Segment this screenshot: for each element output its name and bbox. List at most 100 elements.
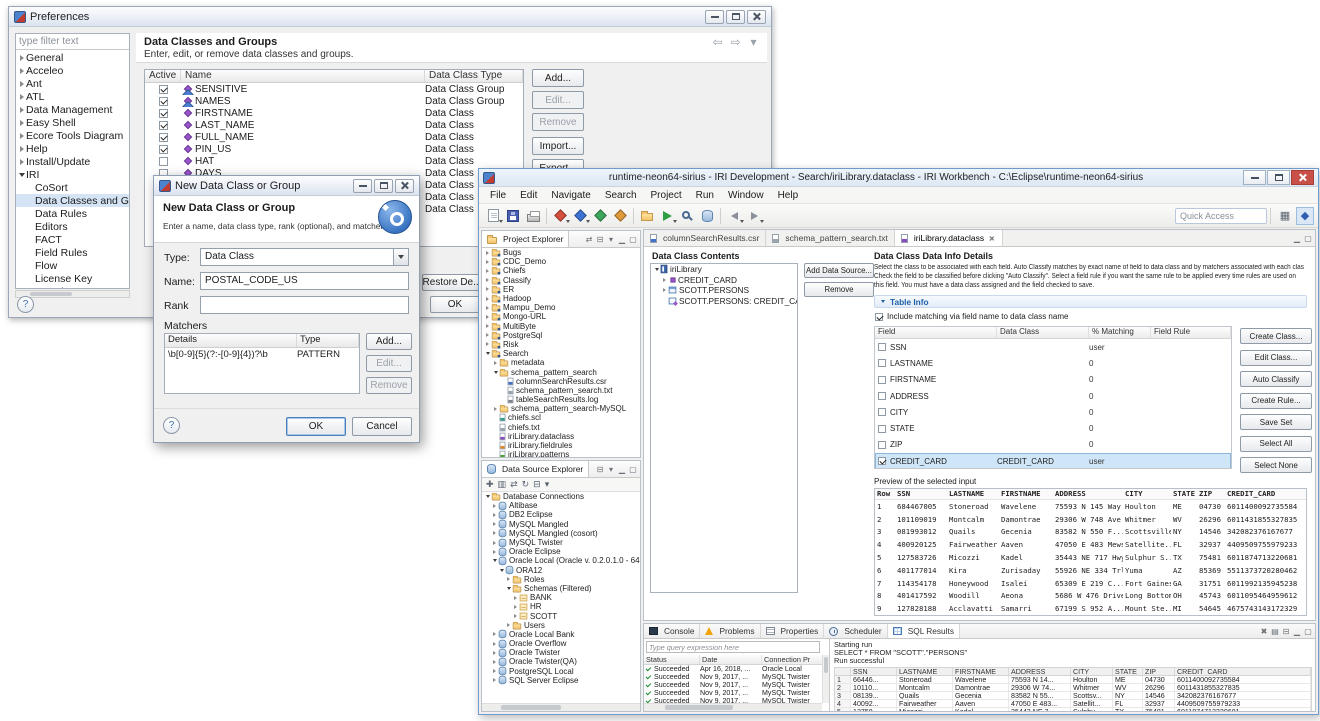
close-tab-icon[interactable]: [989, 235, 994, 240]
twistie-icon[interactable]: [491, 632, 498, 636]
view-menu-icon[interactable]: ▾: [606, 235, 616, 244]
data-source-explorer-item[interactable]: PostgreSQL Local: [482, 667, 640, 676]
forward-history-icon[interactable]: [745, 206, 764, 225]
minimize-button[interactable]: [1243, 170, 1266, 185]
column-header[interactable]: Data Class Type: [425, 70, 523, 82]
column-header[interactable]: Data Class: [997, 327, 1089, 338]
twistie-icon[interactable]: [18, 107, 26, 113]
twistie-icon[interactable]: [491, 541, 498, 545]
preview-row[interactable]: 1 684467005 Stoneroad Wavelene 75593 N 145 W…: [875, 500, 1306, 513]
maximize-button[interactable]: [1267, 170, 1290, 185]
maximize-icon[interactable]: ▢: [628, 235, 638, 244]
preferences-tree-item[interactable]: Ecore Tools Diagram: [16, 129, 129, 142]
data-class-contents-item[interactable]: SCOTT.PERSONS: CREDIT_CARD: [651, 296, 797, 307]
column-header[interactable]: CITY: [1071, 668, 1113, 675]
column-header[interactable]: Type: [297, 334, 359, 347]
tab-project-explorer[interactable]: Project Explorer: [482, 231, 570, 247]
selectall-button[interactable]: Select All: [1240, 435, 1312, 452]
twistie-icon[interactable]: [505, 587, 512, 590]
twistie-icon[interactable]: [484, 324, 491, 328]
new-connection-icon[interactable]: ✚: [486, 479, 494, 490]
matcher-row[interactable]: \b[0-9]{5}(?:-[0-9]{4})?\b PATTERN: [165, 348, 359, 361]
back-icon[interactable]: ⇦: [710, 35, 725, 49]
preview-row[interactable]: 4 400920125 Fairweather Aaven 47050 E 483 Me…: [875, 538, 1306, 551]
table-row[interactable]: HAT Data Class: [145, 155, 523, 167]
active-checkbox[interactable]: [158, 120, 168, 130]
twistie-icon[interactable]: [18, 133, 26, 139]
preferences-titlebar[interactable]: Preferences: [9, 7, 771, 27]
close-button[interactable]: [395, 178, 414, 193]
open-perspective-icon[interactable]: ▦: [1276, 207, 1294, 225]
project-explorer-item[interactable]: schema_pattern_search-MySQL: [482, 404, 640, 413]
project-explorer-item[interactable]: Classify: [482, 276, 640, 285]
twistie-icon[interactable]: [18, 146, 26, 152]
data-source-explorer-item[interactable]: Roles: [482, 575, 640, 584]
import-button[interactable]: Import...: [532, 137, 584, 155]
view-menu-icon[interactable]: ▾: [606, 465, 616, 474]
data-source-explorer-item[interactable]: Oracle Local (Oracle v. 0.2.0.1.0 - 64bi…: [482, 556, 640, 565]
link-with-editor-icon[interactable]: ⇄: [510, 479, 518, 490]
menu-window[interactable]: Window: [721, 188, 771, 203]
twistie-icon[interactable]: [491, 504, 498, 508]
status-row[interactable]: Succeeded Apr 16, 2018, ... Oracle Local: [644, 665, 829, 673]
preferences-tree-item[interactable]: Help: [16, 142, 129, 155]
column-header[interactable]: Field: [875, 327, 997, 338]
show-result-icon[interactable]: ▤: [1270, 627, 1280, 636]
close-button[interactable]: [1291, 170, 1314, 185]
maximize-icon[interactable]: ▢: [628, 465, 638, 474]
tab-properties[interactable]: Properties: [761, 624, 825, 638]
print-icon[interactable]: [524, 206, 542, 225]
data-source-explorer-item[interactable]: MySQL Twister: [482, 538, 640, 547]
twistie-icon[interactable]: [492, 371, 499, 374]
project-explorer-item[interactable]: schema_pattern_search: [482, 367, 640, 377]
twistie-icon[interactable]: [491, 531, 498, 535]
column-header[interactable]: Field Rule: [1151, 327, 1231, 338]
twistie-icon[interactable]: [512, 605, 519, 609]
search-icon[interactable]: [678, 206, 696, 225]
saveset-button[interactable]: Save Set: [1240, 414, 1312, 430]
help-button[interactable]: ?: [17, 296, 34, 313]
project-explorer-item[interactable]: schema_pattern_search.txt: [482, 386, 640, 395]
twistie-icon[interactable]: [491, 522, 498, 526]
protect-job-icon[interactable]: [611, 206, 629, 225]
data-source-explorer-item[interactable]: Schemas (Filtered): [482, 584, 640, 593]
column-header[interactable]: [835, 668, 851, 675]
field-checkbox[interactable]: [878, 359, 886, 368]
column-header[interactable]: ZIP: [1143, 668, 1175, 675]
field-row-ZIP[interactable]: ZIP 0: [875, 437, 1231, 453]
preferences-tree-item[interactable]: Easy Shell: [16, 116, 129, 129]
quick-access-input[interactable]: Quick Access: [1175, 207, 1267, 224]
column-header[interactable]: LASTNAME: [897, 668, 953, 675]
twistie-icon[interactable]: [18, 120, 26, 126]
data-source-explorer-item[interactable]: MySQL Mangled: [482, 520, 640, 529]
tab-sql-results[interactable]: SQL Results: [887, 624, 960, 638]
twistie-icon[interactable]: [491, 678, 498, 682]
twistie-icon[interactable]: [491, 559, 498, 562]
refresh-icon[interactable]: ↻: [522, 479, 530, 490]
cancel-button[interactable]: Cancel: [352, 417, 412, 436]
column-header[interactable]: Details: [165, 334, 297, 347]
twistie-icon[interactable]: [484, 287, 491, 291]
preview-row[interactable]: 3 081993012 Quails Gecenia 83582 N 550 F... S…: [875, 526, 1306, 539]
tab-data-source-explorer[interactable]: Data Source Explorer: [482, 461, 590, 477]
project-explorer-item[interactable]: tableSearchResults.log: [482, 395, 640, 404]
iri-perspective-icon[interactable]: ◆: [1296, 206, 1314, 225]
project-explorer-item[interactable]: PostgreSql: [482, 331, 640, 340]
twistie-icon[interactable]: [491, 642, 498, 646]
field-row-LASTNAME[interactable]: LASTNAME 0: [875, 355, 1231, 371]
project-explorer-item[interactable]: iriLibrary.patterns: [482, 450, 640, 457]
rank-field[interactable]: [200, 296, 409, 314]
twistie-icon[interactable]: [484, 333, 491, 337]
forward-icon[interactable]: ⇨: [728, 35, 743, 49]
data-source-explorer-item[interactable]: HR: [482, 602, 640, 611]
twistie-icon[interactable]: [491, 660, 498, 664]
minimize-icon[interactable]: ▁: [617, 465, 627, 474]
field-checkbox[interactable]: [878, 408, 886, 417]
column-header[interactable]: Date: [700, 655, 762, 664]
twistie-icon[interactable]: [512, 596, 519, 600]
field-checkbox[interactable]: [878, 457, 886, 466]
field-row-FIRSTNAME[interactable]: FIRSTNAME 0: [875, 372, 1231, 388]
twistie-icon[interactable]: [18, 94, 26, 100]
menu-project[interactable]: Project: [644, 188, 689, 203]
editclass-button[interactable]: Edit Class...: [1240, 349, 1312, 366]
